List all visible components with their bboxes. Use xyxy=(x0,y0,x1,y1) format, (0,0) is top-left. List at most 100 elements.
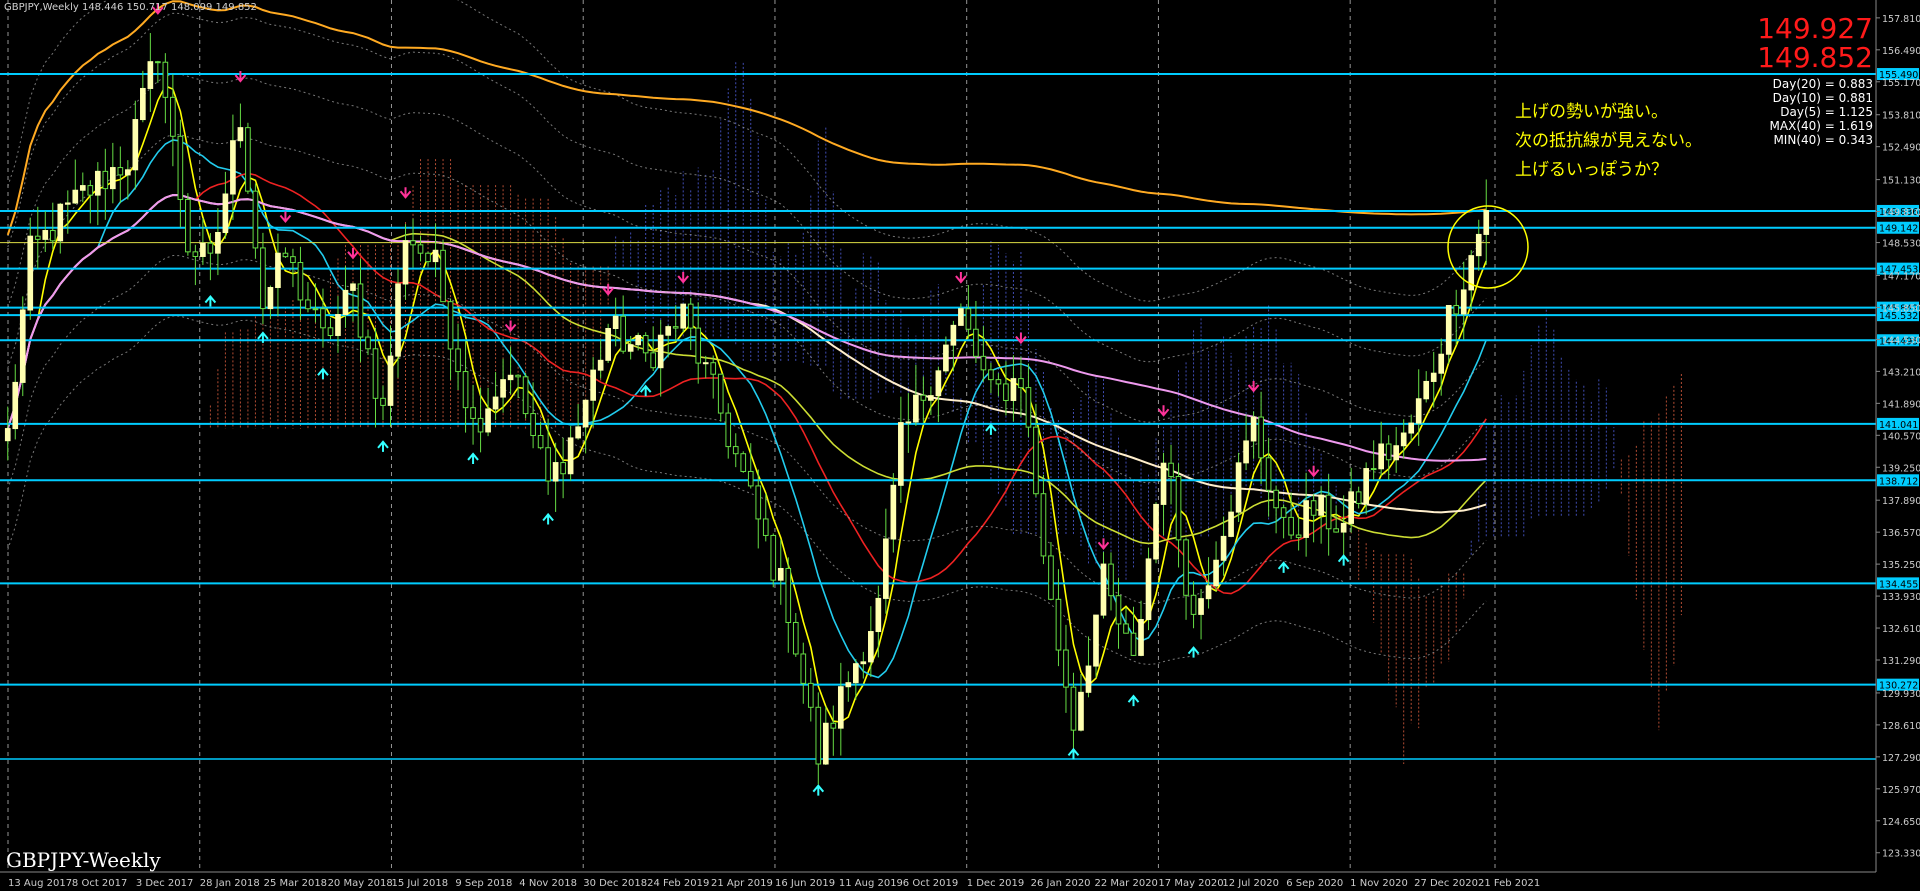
candle-body xyxy=(740,453,747,472)
candle-body xyxy=(492,396,499,410)
candle-body xyxy=(980,355,987,371)
candle-body xyxy=(34,235,41,240)
candle-body xyxy=(1453,304,1460,315)
candle-body xyxy=(1145,558,1152,621)
y-tick-label: 145.850 xyxy=(1882,303,1920,314)
candle-body xyxy=(417,244,424,254)
candle-body xyxy=(1243,440,1249,464)
annotation-line: 上げるいっぽうか？ xyxy=(1515,160,1668,180)
y-tick-label: 131.290 xyxy=(1882,656,1920,667)
candle xyxy=(19,296,26,397)
candle-body xyxy=(807,682,814,708)
candle-body xyxy=(530,413,536,437)
candle-body xyxy=(1160,462,1167,505)
candle-body xyxy=(1280,507,1287,518)
level-price-label: 138.712 xyxy=(1879,476,1918,487)
candle-body xyxy=(222,193,229,233)
candle-body xyxy=(1100,563,1107,616)
candle-body xyxy=(1415,398,1422,424)
candle-body xyxy=(342,289,349,316)
candle-body xyxy=(470,407,476,419)
candle-body xyxy=(567,437,574,475)
stat-line: MIN(40) = 0.343 xyxy=(1773,133,1873,147)
candle xyxy=(522,373,529,419)
candle-body xyxy=(1190,594,1197,615)
candle-body xyxy=(1430,372,1437,382)
candle-body xyxy=(605,328,611,361)
x-tick-label: 28 Jan 2018 xyxy=(200,878,260,889)
candle-body xyxy=(770,534,777,581)
candle-body xyxy=(440,249,446,303)
candle-body xyxy=(792,621,799,655)
candle-body xyxy=(868,631,874,663)
y-tick-label: 155.170 xyxy=(1882,78,1920,89)
candle-body xyxy=(1460,289,1467,315)
candle-body xyxy=(1400,432,1407,447)
y-tick-label: 136.570 xyxy=(1882,528,1920,539)
candle-body xyxy=(800,653,807,684)
candle-body xyxy=(350,283,356,291)
x-tick-label: 13 Aug 2017 xyxy=(8,878,72,889)
candle-body xyxy=(905,421,912,424)
candle-body xyxy=(19,309,26,383)
candle-body xyxy=(1033,426,1039,495)
candle xyxy=(1145,547,1152,631)
y-tick-label: 123.330 xyxy=(1882,849,1920,860)
candle-body xyxy=(1153,503,1159,560)
symbol-watermark: GBPJPY-Weekly xyxy=(6,848,161,872)
candle-body xyxy=(1333,528,1339,533)
x-tick-label: 11 Aug 2019 xyxy=(839,878,903,889)
x-tick-label: 1 Dec 2019 xyxy=(967,878,1025,889)
candle-body xyxy=(958,308,964,326)
candle-body xyxy=(507,374,514,381)
candle-body xyxy=(1310,500,1317,516)
candle-body xyxy=(777,567,784,581)
candle-body xyxy=(1355,491,1362,504)
candle-body xyxy=(455,348,461,373)
candle-body xyxy=(1138,619,1144,656)
candle-body xyxy=(320,308,326,329)
candle-body xyxy=(822,722,829,765)
x-tick-label: 8 Oct 2017 xyxy=(72,878,127,889)
y-tick-label: 140.570 xyxy=(1882,431,1920,442)
candle-body xyxy=(973,328,979,357)
candle-body xyxy=(830,722,837,729)
candle-body xyxy=(1198,598,1204,615)
candle-body xyxy=(537,435,544,449)
candle-body xyxy=(1040,493,1047,557)
x-tick-label: 21 Apr 2019 xyxy=(711,878,773,889)
candle-body xyxy=(432,249,439,263)
candle-body xyxy=(1025,387,1032,428)
candle-body xyxy=(627,344,634,352)
candle-body xyxy=(1003,383,1009,401)
candle-body xyxy=(94,170,101,196)
candle-body xyxy=(560,462,566,475)
candle-body xyxy=(395,283,401,357)
candle xyxy=(245,122,251,194)
x-tick-label: 15 Jul 2018 xyxy=(391,878,448,889)
candle-body xyxy=(162,61,169,98)
candle-body xyxy=(1438,353,1445,374)
candle-body xyxy=(590,369,596,401)
candle-body xyxy=(1265,457,1272,491)
candle-body xyxy=(1123,623,1129,634)
candle-body xyxy=(522,376,529,415)
candle-body xyxy=(42,230,49,240)
candle-body xyxy=(1093,614,1099,667)
x-tick-label: 16 Jun 2019 xyxy=(775,878,835,889)
candle-body xyxy=(672,326,679,329)
annotation-text: 上げの勢いが強い。 次の抵抗線が見えない。 上げるいっぽうか？ xyxy=(1515,98,1702,185)
candle-body xyxy=(402,240,409,285)
candle-body xyxy=(147,61,154,89)
candle-body xyxy=(1340,522,1347,533)
candle-body xyxy=(49,230,56,242)
candle-body xyxy=(267,287,274,310)
candle-body xyxy=(1325,494,1332,530)
candle-body xyxy=(620,315,626,352)
candle-body xyxy=(357,283,364,338)
y-tick-label: 135.250 xyxy=(1882,560,1920,571)
stat-line: Day(10) = 0.881 xyxy=(1772,91,1873,105)
candle-body xyxy=(1363,468,1369,504)
candle-body xyxy=(117,167,124,176)
candle-body xyxy=(327,327,334,336)
